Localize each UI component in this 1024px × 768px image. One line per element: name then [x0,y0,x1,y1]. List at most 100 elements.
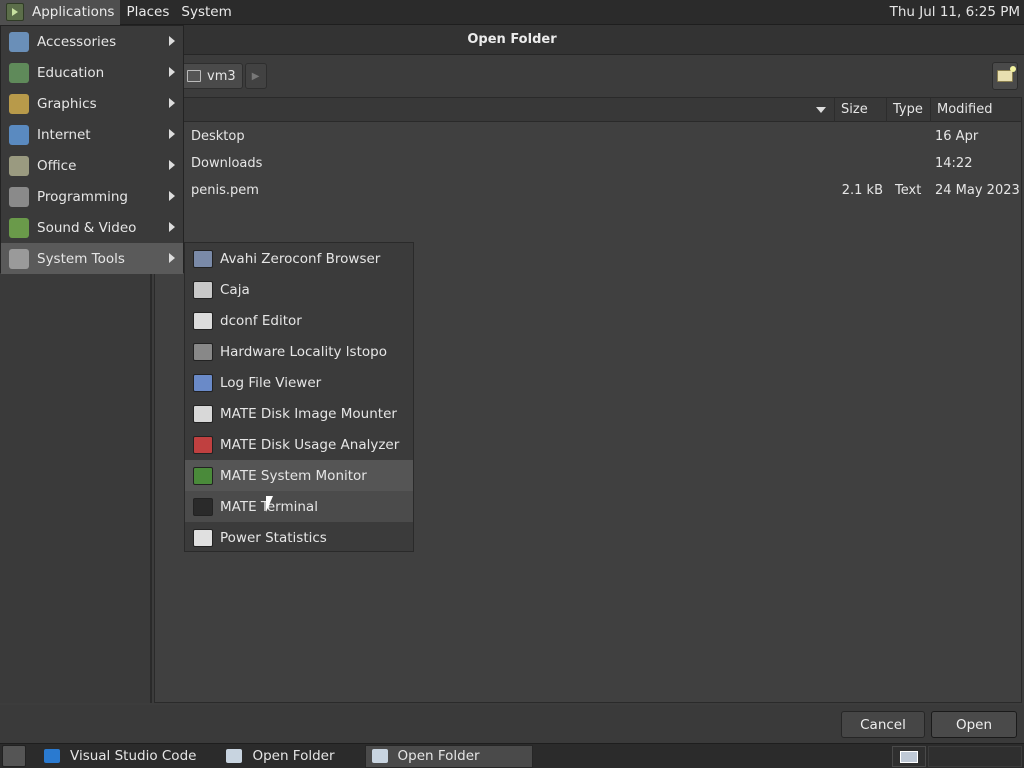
taskbar-button[interactable]: Visual Studio Code [38,745,202,768]
dconf-icon [193,311,213,330]
menu-item-graphics[interactable]: Graphics [1,88,183,119]
file-row[interactable]: penis.pem 2.1 kB Text 24 May 2023 [155,177,1021,204]
graphics-icon [9,93,29,114]
submenu-item-label: Avahi Zeroconf Browser [220,250,381,267]
taskbar-label: Open Folder [252,748,335,764]
menu-item-sound-video[interactable]: Sound & Video [1,212,183,243]
column-type[interactable]: Type [887,98,931,122]
submenu-item-power-statistics[interactable]: Power Statistics [185,522,413,553]
workspace-switcher-1[interactable] [892,746,926,767]
submenu-item-caja[interactable]: Caja [185,274,413,305]
sort-descending-icon [816,107,826,113]
power-stats-icon [193,528,213,547]
workspace-window-icon [900,750,918,763]
mate-logo-icon [6,3,24,21]
accessories-icon [9,31,29,52]
path-forward-button[interactable]: ▶ [244,63,267,89]
taskbar-button[interactable]: Open Folder [220,745,340,768]
submenu-arrow-icon [169,98,175,108]
file-modified: 24 May 2023 [935,183,1020,198]
submenu-arrow-icon [169,222,175,232]
menu-item-office[interactable]: Office [1,150,183,181]
submenu-arrow-icon [169,129,175,139]
bottom-taskbar: Visual Studio Code Open Folder Open Folder [0,743,1024,768]
menu-item-accessories[interactable]: Accessories [1,26,183,57]
places-menu[interactable]: Places [120,0,175,25]
menu-item-system-tools[interactable]: System Tools [1,243,183,274]
window-icon [371,749,388,763]
submenu-item-mate-disk-image-mounter[interactable]: MATE Disk Image Mounter [185,398,413,429]
menu-item-label: Office [37,157,77,174]
submenu-item-label: Caja [220,281,250,298]
terminal-icon [193,497,213,516]
path-label: vm3 [207,68,236,84]
dialog-footer: Cancel Open [0,705,1024,743]
mouse-cursor-icon [266,496,273,512]
path-button-home[interactable]: vm3 [180,63,243,89]
taskbar-button[interactable]: Open Folder [364,744,533,768]
new-folder-icon [997,66,1016,82]
submenu-item-label: Power Statistics [220,529,327,546]
submenu-item-hardware-locality-lstopo[interactable]: Hardware Locality lstopo [185,336,413,367]
file-type: Text [895,183,922,198]
submenu-arrow-icon [169,36,175,46]
submenu-item-avahi-zeroconf-browser[interactable]: Avahi Zeroconf Browser [185,243,413,274]
menu-item-label: Sound & Video [37,219,137,236]
menu-item-label: Programming [37,188,128,205]
avahi-icon [193,249,213,268]
column-size[interactable]: Size [835,98,887,122]
system-menu[interactable]: System [175,0,237,25]
internet-icon [9,124,29,145]
menu-item-label: System Tools [37,250,125,267]
submenu-item-label: MATE Disk Image Mounter [220,405,397,422]
submenu-item-dconf-editor[interactable]: dconf Editor [185,305,413,336]
open-button[interactable]: Open [931,711,1017,738]
menu-item-label: Internet [37,126,91,143]
menu-item-internet[interactable]: Internet [1,119,183,150]
education-icon [9,62,29,83]
menu-item-label: Education [37,64,105,81]
menu-item-education[interactable]: Education [1,57,183,88]
cancel-button[interactable]: Cancel [841,711,925,738]
places-sidebar[interactable] [0,271,152,703]
clock[interactable]: Thu Jul 11, 6:25 PM [890,4,1024,20]
column-name[interactable]: ne [155,98,835,122]
submenu-item-mate-disk-usage-analyzer[interactable]: MATE Disk Usage Analyzer [185,429,413,460]
submenu-item-log-file-viewer[interactable]: Log File Viewer [185,367,413,398]
file-row[interactable]: Downloads 14:22 [155,150,1021,177]
system-tools-submenu: Avahi Zeroconf Browser Caja dconf Editor Ha… [184,242,414,552]
caja-icon [193,280,213,299]
show-desktop-button[interactable] [2,745,26,767]
lstopo-icon [193,342,213,361]
submenu-item-label: dconf Editor [220,312,302,329]
applications-dropdown: Accessories Education Graphics Internet Offi… [0,25,184,274]
file-modified: 14:22 [935,156,973,171]
submenu-item-mate-system-monitor[interactable]: MATE System Monitor [185,460,413,491]
system-monitor-icon [193,466,213,485]
menu-item-programming[interactable]: Programming [1,181,183,212]
file-name: Desktop [191,129,245,144]
submenu-item-label: Log File Viewer [220,374,322,391]
system-tools-icon [9,248,29,269]
menu-item-label: Graphics [37,95,97,112]
vscode-icon [44,749,60,763]
column-modified[interactable]: Modified [931,98,1021,122]
create-folder-button[interactable] [992,62,1018,90]
file-name: penis.pem [191,183,259,198]
submenu-arrow-icon [169,160,175,170]
file-size: 2.1 kB [841,183,883,198]
file-row[interactable]: Desktop 16 Apr [155,123,1021,150]
programming-icon [9,186,29,207]
office-icon [9,155,29,176]
taskbar-label: Open Folder [397,748,480,764]
submenu-arrow-icon [169,67,175,77]
submenu-item-label: MATE Disk Usage Analyzer [220,436,400,453]
submenu-item-mate-terminal[interactable]: MATE Terminal [185,491,413,522]
applications-menu[interactable]: Applications [0,0,121,25]
submenu-arrow-icon [169,253,175,263]
menu-item-label: Accessories [37,33,117,50]
submenu-item-label: MATE System Monitor [220,467,367,484]
workspace-switcher-2[interactable] [928,746,1022,767]
disk-usage-icon [193,435,213,454]
file-modified: 16 Apr [935,129,979,144]
